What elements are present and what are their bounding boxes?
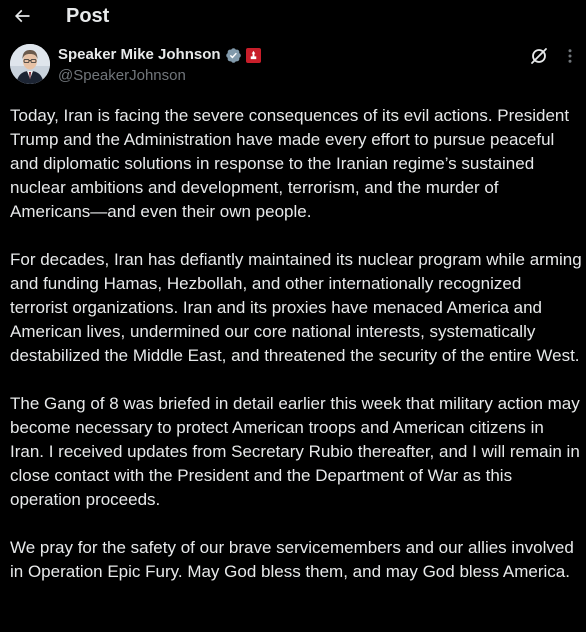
top-bar: Post	[0, 0, 586, 34]
grok-button[interactable]	[529, 46, 549, 66]
post-text: Today, Iran is facing the severe consequ…	[10, 104, 582, 608]
verified-badge-icon[interactable]	[225, 47, 242, 64]
user-handle[interactable]: @SpeakerJohnson	[58, 66, 261, 86]
post-paragraph: We pray for the safety of our brave serv…	[10, 538, 574, 581]
post-paragraph: Today, Iran is facing the severe consequ…	[10, 106, 570, 221]
page-title: Post	[66, 5, 110, 27]
back-button[interactable]	[8, 2, 36, 30]
affiliation-badge-icon[interactable]	[245, 47, 261, 63]
post-paragraph: For decades, Iran has defiantly maintain…	[10, 250, 582, 365]
author-block[interactable]: Speaker Mike Johnson @SpeakerJohnson	[58, 45, 261, 86]
name-row: Speaker Mike Johnson	[58, 45, 261, 65]
avatar-image	[10, 44, 50, 84]
post-paragraph: The Gang of 8 was briefed in detail earl…	[10, 394, 580, 509]
more-button[interactable]	[560, 46, 580, 66]
arrow-left-icon	[14, 9, 30, 23]
avatar[interactable]	[10, 44, 50, 84]
more-dots-icon	[568, 49, 572, 63]
display-name[interactable]: Speaker Mike Johnson	[58, 45, 221, 65]
grok-icon	[531, 48, 547, 64]
